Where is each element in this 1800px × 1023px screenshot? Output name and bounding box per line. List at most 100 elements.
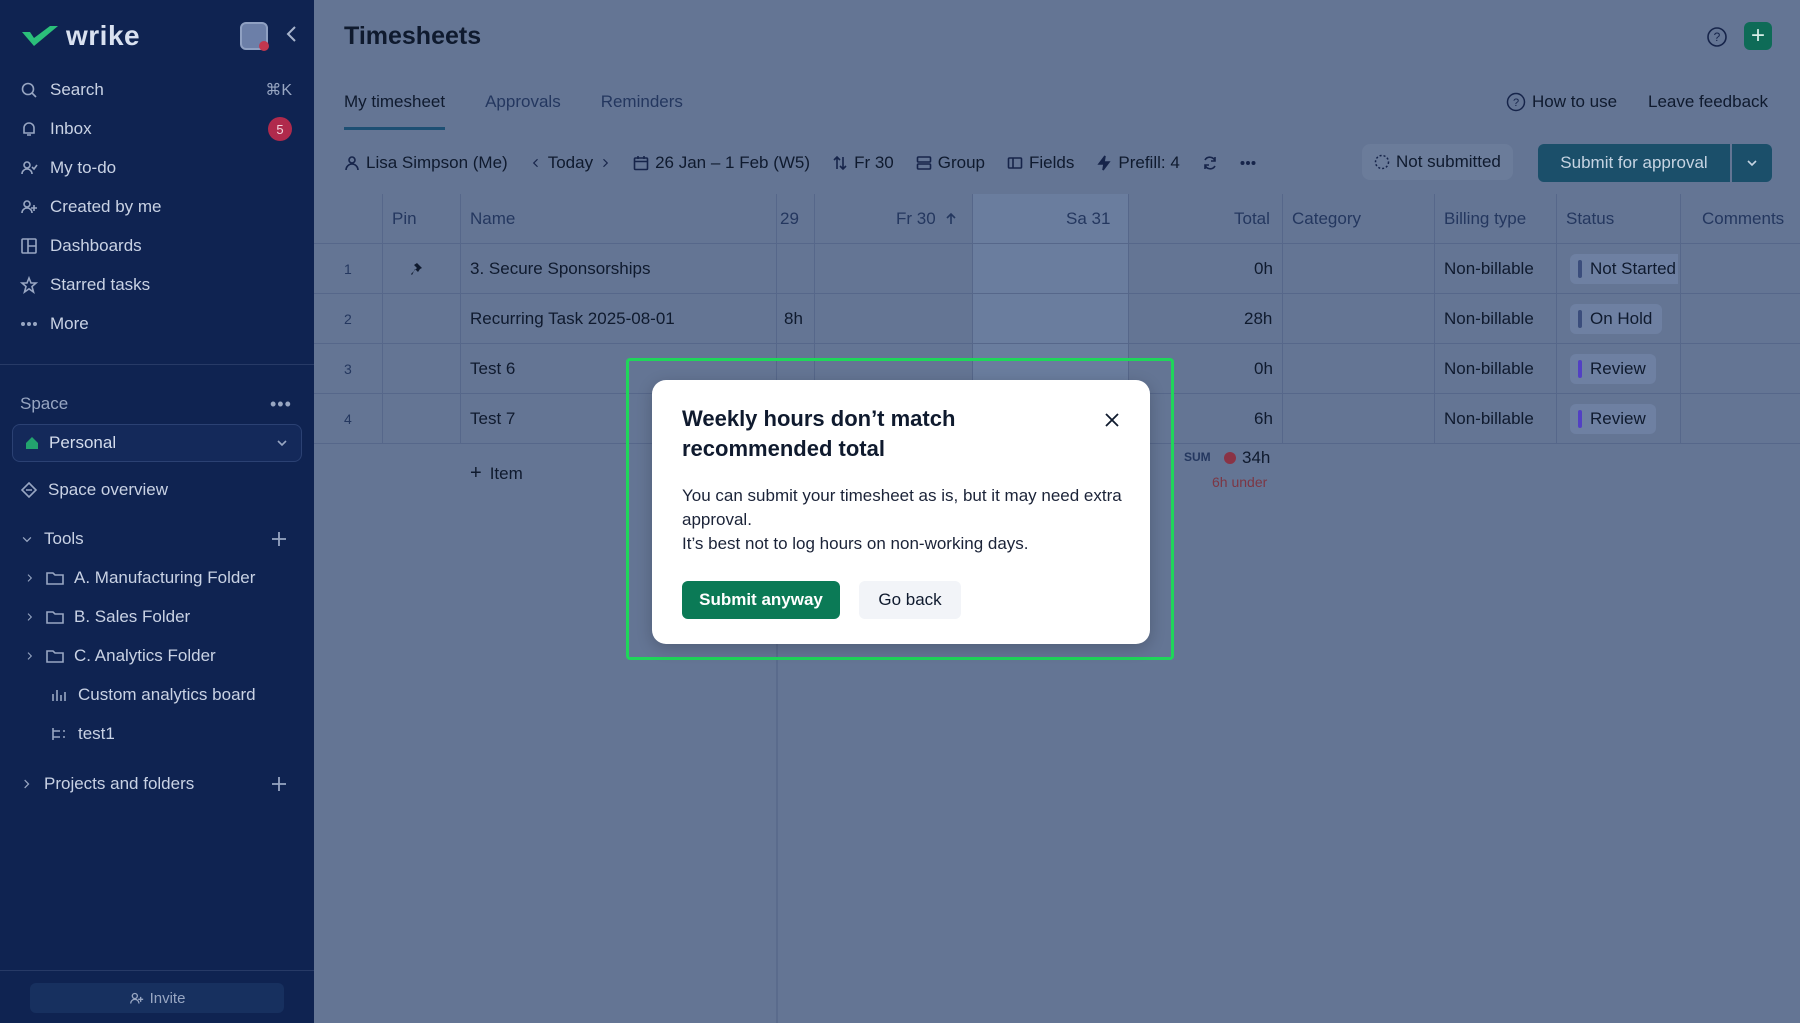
prefill-button[interactable]: Prefill: 4	[1096, 153, 1180, 173]
add-project-icon[interactable]	[270, 775, 288, 793]
tree-folder-analytics[interactable]: C. Analytics Folder	[24, 642, 216, 670]
nav-more[interactable]: More	[20, 310, 296, 338]
nav-my-todo-label: My to-do	[50, 158, 117, 177]
fields-button[interactable]: Fields	[1007, 153, 1074, 173]
more-options-button[interactable]	[1240, 155, 1256, 171]
billing-type[interactable]: Non-billable	[1444, 244, 1534, 294]
logo-text: wrike	[66, 20, 141, 51]
date-range-picker[interactable]: 26 Jan – 1 Feb (W5)	[633, 153, 810, 173]
status-cell[interactable]: On Hold	[1570, 294, 1663, 344]
submit-options-button[interactable]	[1732, 144, 1772, 182]
bell-icon	[23, 122, 35, 136]
status-pill: Not Started	[1570, 254, 1678, 284]
table-row[interactable]: 1 3. Secure Sponsorships 0h Non-billable…	[314, 244, 1800, 294]
how-to-use-link[interactable]: ? How to use	[1506, 92, 1617, 112]
nav-search[interactable]: Search ⌘K	[20, 76, 296, 104]
nav-dashboards[interactable]: Dashboards	[20, 232, 296, 260]
table-row[interactable]: 2 Recurring Task 2025-08-01 8h 28h Non-b…	[314, 294, 1800, 344]
col-header-name[interactable]: Name	[470, 194, 515, 244]
sum-value: 34h	[1224, 448, 1270, 468]
timesheet-status-label: Not submitted	[1396, 152, 1501, 171]
chevron-right-icon[interactable]	[599, 155, 611, 171]
day-29-hours[interactable]: 8h	[784, 294, 803, 344]
space-selector[interactable]: Personal	[12, 424, 302, 462]
folder-label: C. Analytics Folder	[74, 646, 216, 665]
add-item-label: Item	[489, 463, 523, 483]
go-back-button[interactable]: Go back	[859, 581, 961, 619]
col-header-status[interactable]: Status	[1566, 194, 1614, 244]
col-header-fr30[interactable]: Fr 30	[896, 194, 958, 244]
space-more-icon[interactable]: •••	[270, 394, 292, 415]
tree-test1[interactable]: test1	[50, 720, 115, 748]
projects-and-folders-section[interactable]: Projects and folders	[20, 770, 194, 798]
pin-icon[interactable]	[410, 244, 426, 294]
status-pill: Review	[1570, 404, 1656, 434]
task-name[interactable]: Test 7	[470, 394, 515, 444]
more-dots-icon	[1240, 161, 1256, 166]
col-header-day-29[interactable]: 29	[780, 194, 799, 244]
tree-folder-manufacturing[interactable]: A. Manufacturing Folder	[24, 564, 255, 592]
nav-inbox[interactable]: Inbox 5	[20, 115, 296, 143]
today-button[interactable]: Today	[548, 153, 593, 173]
tools-section[interactable]: Tools	[20, 525, 84, 553]
space-overview-item[interactable]: Space overview	[20, 476, 168, 504]
tree-folder-sales[interactable]: B. Sales Folder	[24, 603, 190, 631]
chevron-right-icon	[27, 574, 33, 582]
billing-type[interactable]: Non-billable	[1444, 344, 1534, 394]
help-icon[interactable]: ?	[1706, 26, 1728, 48]
wrike-logo[interactable]: wrike	[20, 20, 140, 52]
nav-starred-tasks[interactable]: Starred tasks	[20, 271, 296, 299]
billing-type[interactable]: Non-billable	[1444, 294, 1534, 344]
col-header-sa31[interactable]: Sa 31	[1066, 194, 1110, 244]
col-header-category[interactable]: Category	[1292, 194, 1361, 244]
task-name[interactable]: Recurring Task 2025-08-01	[470, 294, 675, 344]
task-name[interactable]: 3. Secure Sponsorships	[470, 244, 651, 294]
projects-label: Projects and folders	[44, 774, 195, 793]
row-number: 2	[344, 311, 352, 327]
inbox-badge: 5	[268, 117, 292, 141]
billing-type[interactable]: Non-billable	[1444, 394, 1534, 444]
star-icon	[20, 276, 38, 294]
page-title: Timesheets	[344, 22, 482, 50]
sort-button[interactable]: Fr 30	[832, 153, 894, 173]
tab-my-timesheet[interactable]: My timesheet	[344, 92, 446, 130]
nav-created-by-me[interactable]: Created by me	[20, 193, 296, 221]
status-cell[interactable]: Not Started	[1570, 244, 1678, 294]
submit-for-approval-button[interactable]: Submit for approval	[1538, 144, 1730, 182]
hours-mismatch-dialog: Weekly hours don’t match recommended tot…	[652, 380, 1150, 644]
col-header-comments[interactable]: Comments	[1702, 194, 1784, 244]
add-button[interactable]: +	[1744, 22, 1772, 50]
add-item-button[interactable]: + Item	[470, 462, 523, 485]
status-label: Review	[1590, 409, 1646, 428]
leave-feedback-link[interactable]: Leave feedback	[1648, 92, 1768, 112]
refresh-button[interactable]	[1202, 155, 1218, 171]
tab-reminders[interactable]: Reminders	[601, 92, 683, 130]
status-cell[interactable]: Review	[1570, 344, 1656, 394]
close-icon[interactable]	[1102, 410, 1122, 430]
col-header-total[interactable]: Total	[1234, 194, 1270, 244]
svg-text:?: ?	[1513, 97, 1519, 109]
group-button[interactable]: Group	[916, 153, 985, 173]
status-dashed-circle-icon	[1374, 154, 1390, 170]
board-icon	[52, 690, 66, 701]
status-cell[interactable]: Review	[1570, 394, 1656, 444]
chevron-left-icon[interactable]	[530, 155, 542, 171]
more-dots-icon	[20, 322, 38, 327]
row-number: 3	[344, 361, 352, 377]
task-name[interactable]: Test 6	[470, 344, 515, 394]
tree-custom-analytics-board[interactable]: Custom analytics board	[50, 681, 256, 709]
sidebar-footer: Invite	[0, 970, 314, 1023]
invite-button[interactable]: Invite	[30, 983, 284, 1013]
nav-created-by-me-label: Created by me	[50, 197, 162, 216]
col-header-pin[interactable]: Pin	[392, 194, 417, 244]
nav-dashboards-label: Dashboards	[50, 236, 142, 255]
nav-my-todo[interactable]: My to-do	[20, 154, 296, 182]
avatar[interactable]	[240, 22, 269, 51]
submit-anyway-button[interactable]: Submit anyway	[682, 581, 840, 619]
add-tool-icon[interactable]	[270, 530, 288, 548]
refresh-icon	[1203, 156, 1216, 170]
collapse-sidebar-icon[interactable]	[282, 24, 302, 44]
user-filter[interactable]: Lisa Simpson (Me)	[344, 153, 508, 173]
col-header-billing[interactable]: Billing type	[1444, 194, 1526, 244]
tab-approvals[interactable]: Approvals	[485, 92, 561, 130]
